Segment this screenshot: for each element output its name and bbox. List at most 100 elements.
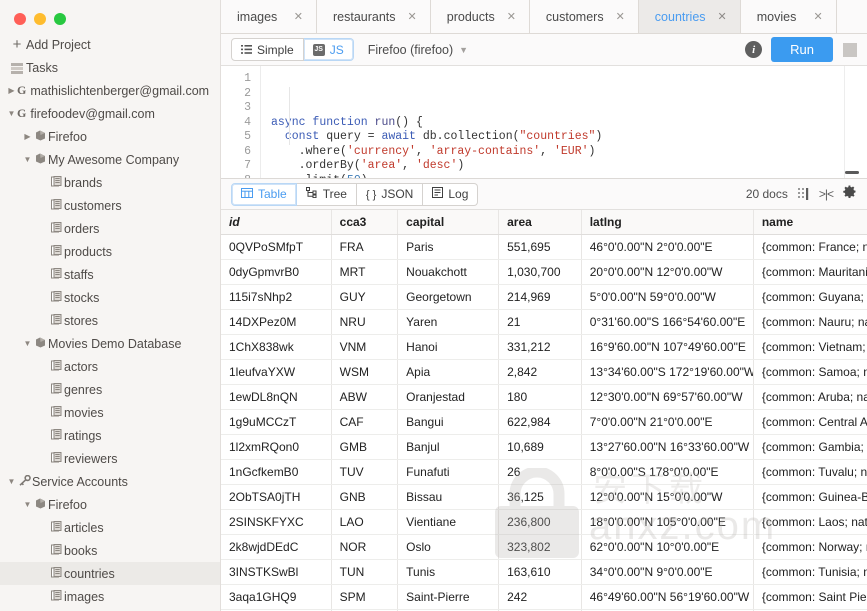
tab-products[interactable]: products ✕ bbox=[430, 0, 530, 34]
editor-horizontal-scrollbar[interactable] bbox=[845, 171, 859, 175]
cell-id[interactable]: 1g9uMCCzT bbox=[221, 409, 332, 436]
close-tab-icon[interactable]: ✕ bbox=[616, 10, 625, 23]
columns-icon[interactable] bbox=[797, 187, 814, 201]
cell-latlng[interactable]: 62°0'0.00"N 10°0'0.00"E bbox=[581, 534, 754, 561]
sidebar-item-firefoo[interactable]: ▼ Firefoo bbox=[0, 493, 220, 516]
close-tab-icon[interactable]: ✕ bbox=[814, 10, 823, 23]
sidebar-item-my-awesome-company[interactable]: ▼ My Awesome Company bbox=[0, 148, 220, 171]
run-button[interactable]: Run bbox=[771, 37, 833, 63]
cell-id[interactable]: 1leufvaYXW bbox=[221, 359, 332, 386]
sidebar-item-articles[interactable]: articles bbox=[0, 516, 220, 539]
chevron-down-icon[interactable]: ▼ bbox=[6, 109, 17, 118]
cell-name[interactable]: {common: Tunisia; native: {ara: bbox=[753, 559, 867, 586]
chevron-right-icon[interactable]: ▶ bbox=[6, 86, 17, 95]
cell-id[interactable]: 0dyGpmvrB0 bbox=[221, 259, 332, 286]
cell-capital[interactable]: Banjul bbox=[397, 434, 500, 461]
cell-area[interactable]: 1,030,700 bbox=[498, 259, 582, 286]
table-row[interactable]: 2k8wjdDEdC NOR Oslo 323,802 62°0'0.00"N 10°0… bbox=[221, 534, 867, 561]
tab-customers[interactable]: customers ✕ bbox=[529, 0, 639, 34]
cell-cca3[interactable]: WSM bbox=[331, 359, 399, 386]
chevron-right-icon[interactable]: ▶ bbox=[22, 132, 33, 141]
cell-cca3[interactable]: CAF bbox=[331, 409, 399, 436]
cell-id[interactable]: 2SINSKFYXC bbox=[221, 509, 332, 536]
cell-name[interactable]: {common: Central African Repu bbox=[753, 409, 867, 436]
result-view-log[interactable]: Log bbox=[423, 182, 479, 206]
cell-name[interactable]: {common: Guinea-Bissau; nativ bbox=[753, 484, 867, 511]
cell-cca3[interactable]: ABW bbox=[331, 384, 399, 411]
cell-cca3[interactable]: SPM bbox=[331, 584, 399, 611]
cell-id[interactable]: 3aqa1GHQ9 bbox=[221, 584, 332, 611]
code-editor[interactable]: 12345678 async function run() { const qu… bbox=[221, 66, 867, 180]
cell-area[interactable]: 622,984 bbox=[498, 409, 582, 436]
cell-id[interactable]: 1ewDL8nQN bbox=[221, 384, 332, 411]
sidebar-item-orders[interactable]: orders bbox=[0, 217, 220, 240]
sidebar-item-service-accounts[interactable]: ▼ Service Accounts bbox=[0, 470, 220, 493]
cell-area[interactable]: 214,969 bbox=[498, 284, 582, 311]
cell-area[interactable]: 2,842 bbox=[498, 359, 582, 386]
cell-latlng[interactable]: 12°30'0.00"N 69°57'60.00"W bbox=[581, 384, 754, 411]
cell-area[interactable]: 36,125 bbox=[498, 484, 582, 511]
cell-cca3[interactable]: TUN bbox=[331, 559, 399, 586]
maximize-window-icon[interactable] bbox=[54, 13, 66, 25]
cell-cca3[interactable]: GUY bbox=[331, 284, 399, 311]
cell-area[interactable]: 331,212 bbox=[498, 334, 582, 361]
close-tab-icon[interactable]: ✕ bbox=[408, 10, 417, 23]
column-header-cca3[interactable]: cca3 bbox=[331, 209, 399, 236]
fit-columns-icon[interactable]: >|< bbox=[819, 187, 834, 201]
cell-latlng[interactable]: 13°34'60.00"S 172°19'60.00"W bbox=[581, 359, 754, 386]
cell-latlng[interactable]: 12°0'0.00"N 15°0'0.00"W bbox=[581, 484, 754, 511]
cell-latlng[interactable]: 16°9'60.00"N 107°49'60.00"E bbox=[581, 334, 754, 361]
tab-countries[interactable]: countries ✕ bbox=[638, 0, 741, 34]
column-header-name[interactable]: name bbox=[753, 209, 867, 236]
cell-latlng[interactable]: 46°49'60.00"N 56°19'60.00"W bbox=[581, 584, 754, 611]
table-row[interactable]: 1ewDL8nQN ABW Oranjestad 180 12°30'0.00"N 69… bbox=[221, 384, 867, 411]
sidebar-item-images[interactable]: images bbox=[0, 585, 220, 608]
cell-latlng[interactable]: 5°0'0.00"N 59°0'0.00"W bbox=[581, 284, 754, 311]
cell-name[interactable]: {common: Vietnam; native: {vie: bbox=[753, 334, 867, 361]
cell-capital[interactable]: Apia bbox=[397, 359, 500, 386]
sidebar-item-mathislichtenberger-gmail-com[interactable]: ▶ Gmathislichtenberger@gmail.com bbox=[0, 79, 220, 102]
cell-area[interactable]: 180 bbox=[498, 384, 582, 411]
cell-id[interactable]: 0QVPoSMfpT bbox=[221, 234, 332, 261]
close-tab-icon[interactable]: ✕ bbox=[718, 10, 727, 23]
sidebar-item-ratings[interactable]: ratings bbox=[0, 424, 220, 447]
cell-capital[interactable]: Bissau bbox=[397, 484, 500, 511]
editor-code[interactable]: async function run() { const query = awa… bbox=[261, 66, 867, 178]
database-selector[interactable]: Firefoo (firefoo) ▼ bbox=[368, 43, 468, 57]
cell-cca3[interactable]: TUV bbox=[331, 459, 399, 486]
sidebar-item-genres[interactable]: genres bbox=[0, 378, 220, 401]
close-tab-icon[interactable]: ✕ bbox=[507, 10, 516, 23]
cell-name[interactable]: {common: France; native: {fra: { bbox=[753, 234, 867, 261]
cell-name[interactable]: {common: Laos; native: {lao: {c bbox=[753, 509, 867, 536]
tab-simple-mode[interactable]: Simple bbox=[231, 38, 304, 62]
cell-capital[interactable]: Tunis bbox=[397, 559, 500, 586]
minimize-window-icon[interactable] bbox=[34, 13, 46, 25]
cell-area[interactable]: 551,695 bbox=[498, 234, 582, 261]
table-row[interactable]: 1ChX838wk VNM Hanoi 331,212 16°9'60.00"N 107… bbox=[221, 334, 867, 361]
cell-capital[interactable]: Oslo bbox=[397, 534, 500, 561]
column-header-capital[interactable]: capital bbox=[397, 209, 500, 236]
cell-name[interactable]: {common: Aruba; native: {nld: { bbox=[753, 384, 867, 411]
tab-restaurants[interactable]: restaurants ✕ bbox=[317, 0, 431, 34]
table-row[interactable]: 1leufvaYXW WSM Apia 2,842 13°34'60.00"S 172°… bbox=[221, 359, 867, 386]
cell-latlng[interactable]: 34°0'0.00"N 9°0'0.00"E bbox=[581, 559, 754, 586]
cell-capital[interactable]: Paris bbox=[397, 234, 500, 261]
sidebar-item-stocks[interactable]: stocks bbox=[0, 286, 220, 309]
chevron-down-icon[interactable]: ▼ bbox=[22, 500, 33, 509]
cell-area[interactable]: 163,610 bbox=[498, 559, 582, 586]
cell-area[interactable]: 236,800 bbox=[498, 509, 582, 536]
cell-id[interactable]: 2ObTSA0jTH bbox=[221, 484, 332, 511]
sidebar-item-staffs[interactable]: staffs bbox=[0, 263, 220, 286]
cell-name[interactable]: {common: Gambia; native: {eng bbox=[753, 434, 867, 461]
cell-area[interactable]: 10,689 bbox=[498, 434, 582, 461]
tab-movies[interactable]: movies ✕ bbox=[740, 0, 837, 34]
result-view-tree[interactable]: Tree bbox=[296, 182, 357, 206]
table-row[interactable]: 14DXPez0M NRU Yaren 21 0°31'60.00"S 166°54'6… bbox=[221, 309, 867, 336]
tab-js-mode[interactable]: JS JS bbox=[303, 38, 354, 62]
cell-name[interactable]: {common: Guyana; native: {eng: bbox=[753, 284, 867, 311]
sidebar-item-actors[interactable]: actors bbox=[0, 355, 220, 378]
table-row[interactable]: 3INSTKSwBl TUN Tunis 163,610 34°0'0.00"N 9°0… bbox=[221, 559, 867, 586]
cell-id[interactable]: 1l2xmRQon0 bbox=[221, 434, 332, 461]
sidebar-item-movies-demo-database[interactable]: ▼ Movies Demo Database bbox=[0, 332, 220, 355]
cell-latlng[interactable]: 13°27'60.00"N 16°33'60.00"W bbox=[581, 434, 754, 461]
